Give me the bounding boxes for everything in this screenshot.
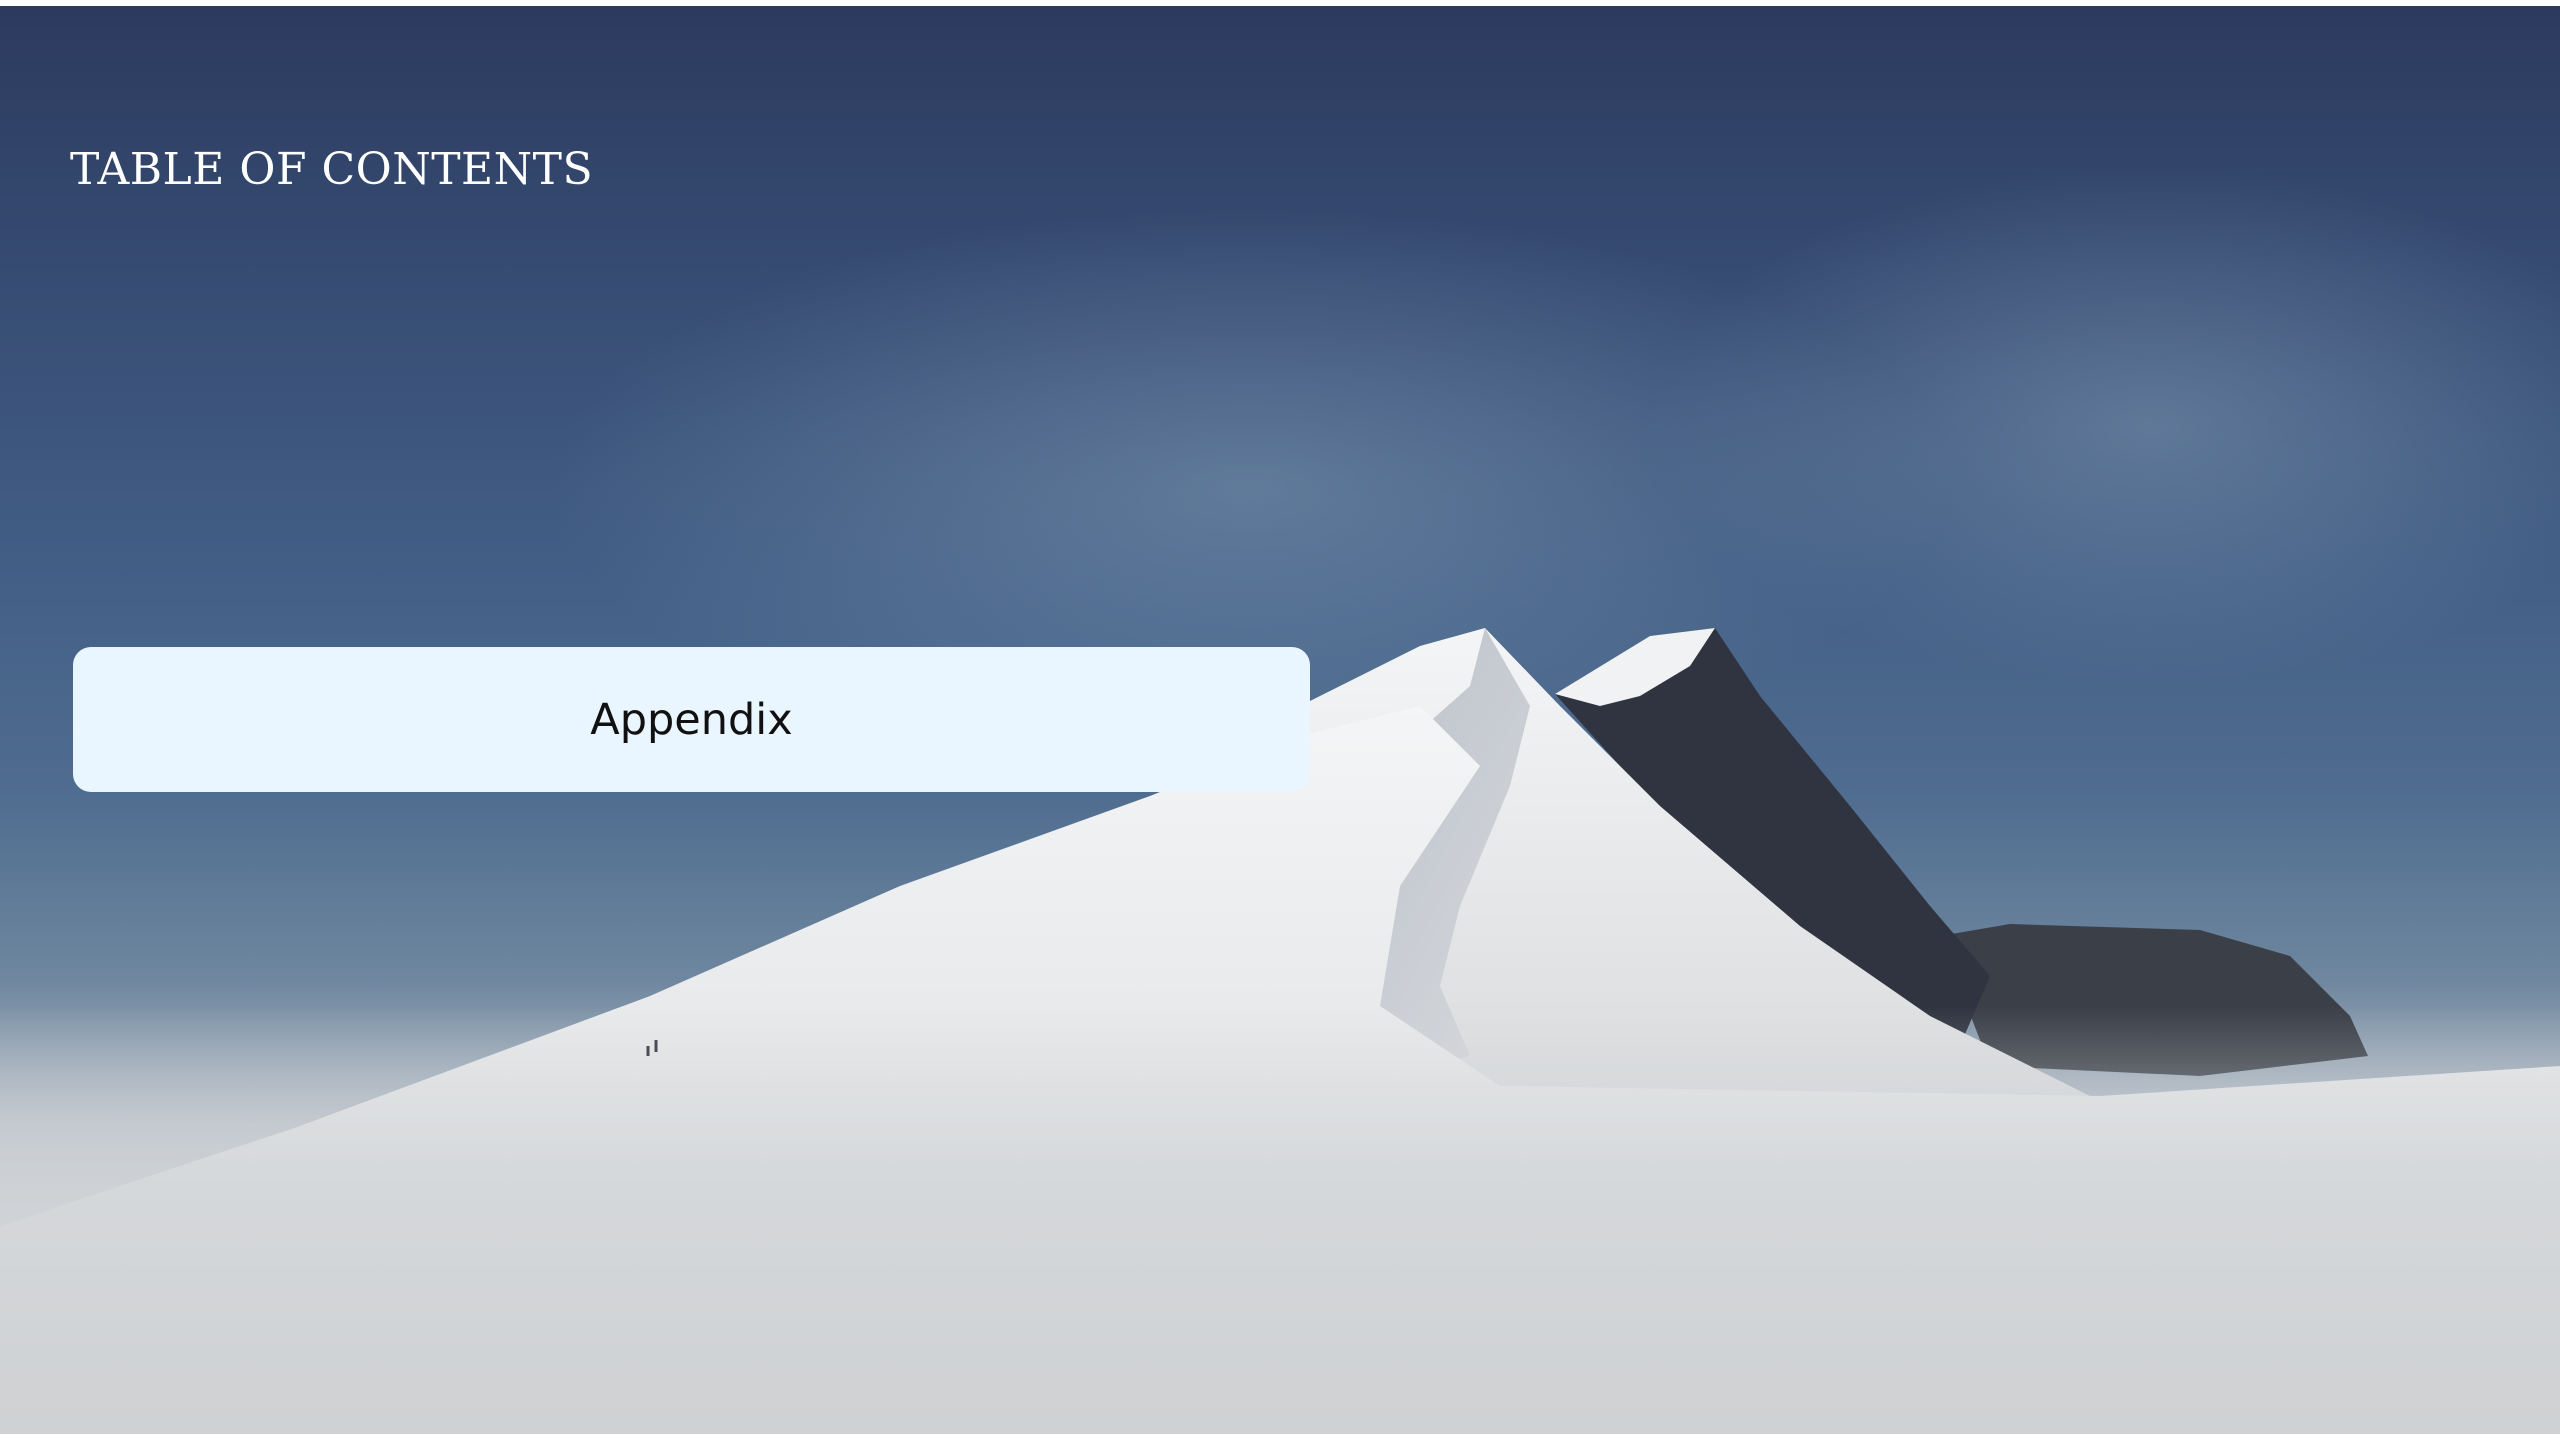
toc-item-label: Appendix [590, 694, 793, 745]
snow-fog [0, 1006, 2560, 1440]
slide: TABLE OF CONTENTS Appendix [0, 6, 2560, 1440]
bottom-border [0, 1434, 2560, 1440]
toc-item-appendix[interactable]: Appendix [73, 647, 1310, 792]
page-title: TABLE OF CONTENTS [70, 144, 594, 195]
